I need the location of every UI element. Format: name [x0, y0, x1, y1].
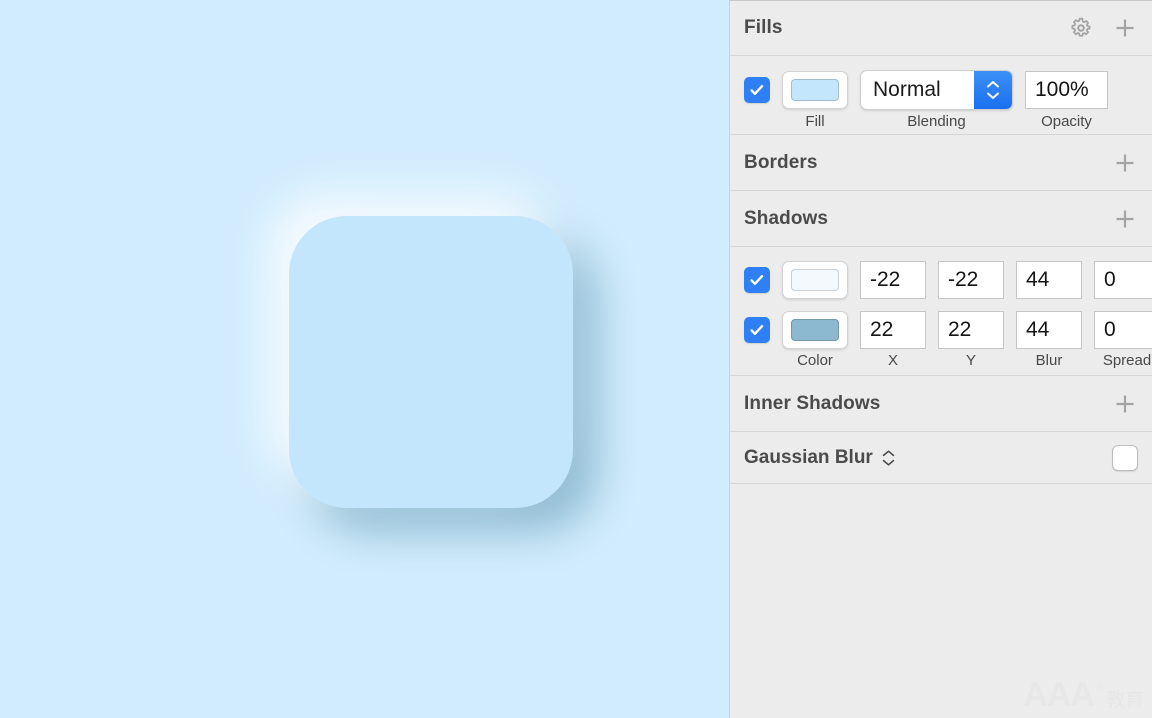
section-header-gaussian-blur: Gaussian Blur	[730, 432, 1152, 484]
fill-opacity-input[interactable]: 100%	[1025, 71, 1108, 109]
shadow-spread-input[interactable]: 0	[1094, 311, 1152, 349]
shadow-y-input[interactable]: -22	[938, 261, 1004, 299]
shadow-spread-input[interactable]: 0	[1094, 261, 1152, 299]
shadows-header-actions	[1112, 206, 1138, 232]
caption-x: X	[887, 352, 898, 369]
caption-blending: Blending	[907, 113, 966, 130]
caption-y: Y	[965, 352, 976, 369]
inspector-panel: Fills Normal 100% Fill Blending Opacity …	[730, 0, 1152, 718]
caption-fill: Fill	[805, 113, 825, 130]
inner-shadows-header-actions	[1112, 391, 1138, 417]
section-header-inner-shadows: Inner Shadows	[730, 376, 1152, 432]
design-canvas[interactable]	[0, 0, 730, 718]
shadow-blur-input[interactable]: 44	[1016, 311, 1082, 349]
fills-body: Normal 100% Fill Blending Opacity	[730, 56, 1152, 135]
chevron-updown-icon[interactable]	[882, 449, 895, 466]
section-header-fills: Fills	[730, 0, 1152, 56]
fills-captions: Fill Blending Opacity	[730, 110, 1152, 130]
watermark-mark: AAA	[1023, 676, 1095, 714]
fills-header-actions	[1068, 15, 1138, 41]
gaussian-blur-actions	[1112, 444, 1138, 471]
app-root: Fills Normal 100% Fill Blending Opacity …	[0, 0, 1152, 718]
shadow-y-input[interactable]: 22	[938, 311, 1004, 349]
caption-opacity: Opacity	[1041, 113, 1092, 130]
inner-shadows-section-title: Inner Shadows	[744, 392, 881, 414]
shadow-blur-input[interactable]: 44	[1016, 261, 1082, 299]
shadow-x-input[interactable]: -22	[860, 261, 926, 299]
shadows-body: -22 -22 44 0 22 22 44 0 Color X Y Blur S…	[730, 247, 1152, 376]
watermark: AAA ® 教育	[1023, 678, 1144, 712]
fill-blending-stepper[interactable]	[974, 71, 1012, 109]
caption-spread: Spread	[1102, 352, 1152, 369]
borders-header-actions	[1112, 150, 1138, 176]
shadow-enabled-checkbox[interactable]	[744, 317, 770, 343]
shadow-row: -22 -22 44 0	[730, 261, 1152, 299]
plus-icon[interactable]	[1112, 150, 1138, 176]
fill-color-swatch[interactable]	[782, 71, 848, 109]
shadow-rows: -22 -22 44 0 22 22 44 0	[730, 261, 1152, 349]
section-header-shadows: Shadows	[730, 191, 1152, 247]
fill-row: Normal 100%	[730, 70, 1152, 110]
shadow-row: 22 22 44 0	[730, 311, 1152, 349]
gaussian-blur-enabled-checkbox[interactable]	[1112, 444, 1138, 471]
shadow-color-swatch[interactable]	[782, 261, 848, 299]
watermark-superscript: ®	[1095, 682, 1104, 694]
section-header-borders: Borders	[730, 135, 1152, 191]
shadow-color-chip	[791, 319, 839, 341]
plus-icon[interactable]	[1112, 15, 1138, 41]
gear-icon[interactable]	[1068, 15, 1094, 41]
plus-icon[interactable]	[1112, 206, 1138, 232]
shadows-captions: Color X Y Blur Spread	[730, 349, 1152, 369]
caption-blur: Blur	[1035, 352, 1063, 369]
shadow-enabled-checkbox[interactable]	[744, 267, 770, 293]
plus-icon[interactable]	[1112, 391, 1138, 417]
gaussian-blur-title: Gaussian Blur	[744, 446, 873, 468]
fill-enabled-checkbox[interactable]	[744, 77, 770, 103]
fills-section-title: Fills	[744, 17, 783, 38]
shadow-color-chip	[791, 269, 839, 291]
canvas-rounded-square-shape[interactable]	[289, 216, 573, 508]
fill-blending-select[interactable]: Normal	[860, 70, 1013, 110]
borders-section-title: Borders	[744, 151, 818, 173]
watermark-suffix: 教育	[1105, 689, 1144, 711]
shadow-color-swatch[interactable]	[782, 311, 848, 349]
fill-blending-value: Normal	[873, 78, 941, 101]
shadows-section-title: Shadows	[744, 207, 829, 229]
fill-color-chip	[791, 79, 839, 101]
caption-color: Color	[797, 352, 833, 369]
shadow-x-input[interactable]: 22	[860, 311, 926, 349]
